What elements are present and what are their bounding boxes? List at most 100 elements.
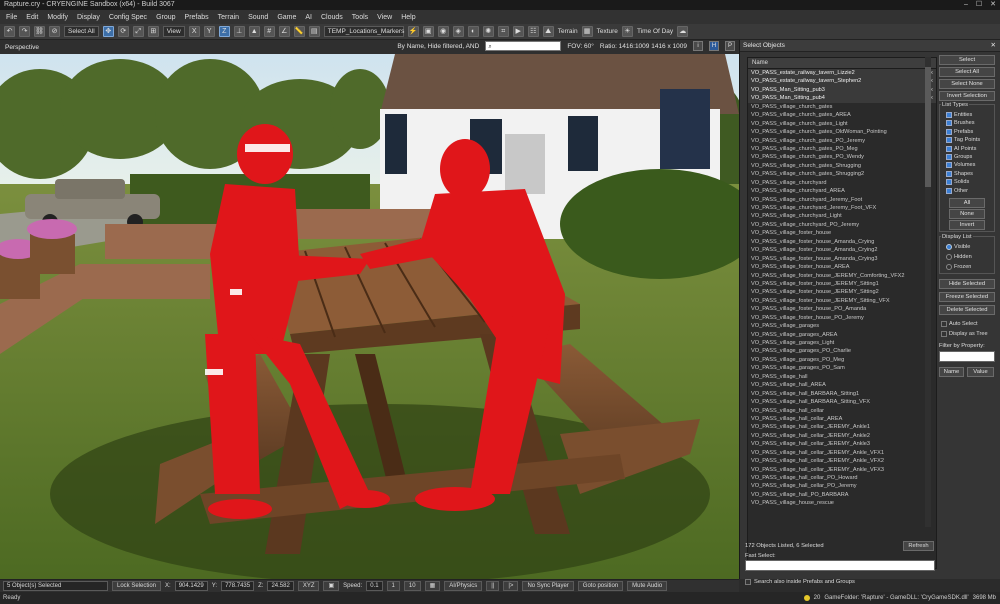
object-list-row[interactable]: VO_PASS_village_hall (748, 373, 936, 381)
maximize-button[interactable]: ☐ (976, 0, 982, 10)
close-window-button[interactable]: ✕ (990, 0, 996, 10)
fast-select-input[interactable] (745, 560, 935, 571)
ai-physics-button[interactable]: AI/Physics (444, 581, 483, 591)
menu-display[interactable]: Display (77, 14, 100, 21)
undo-icon[interactable]: ↶ (4, 26, 15, 37)
display-frozen-radio[interactable]: Frozen (946, 264, 971, 270)
vehicle-icon[interactable]: ▣ (422, 26, 434, 37)
list-type-checkbox[interactable]: Tag Points (946, 137, 980, 144)
types-none-button[interactable]: None (949, 209, 985, 219)
scale-icon[interactable]: ⤢ (132, 26, 144, 37)
menu-view[interactable]: View (377, 14, 392, 21)
object-list-row[interactable]: VO_PASS_village_church_gates_Shrugging2 (748, 170, 936, 178)
menu-file[interactable]: File (6, 14, 17, 21)
list-type-checkbox[interactable]: Groups (946, 154, 972, 160)
object-list-row[interactable]: VO_PASS_village_foster_house_JEREMY_Comf… (748, 272, 936, 280)
flowgraph-icon[interactable]: ⌗ (497, 26, 509, 37)
invert-selection-button[interactable]: Invert Selection (939, 91, 995, 101)
refresh-button[interactable]: Refresh (903, 541, 934, 551)
list-type-checkbox[interactable]: Shapes (946, 170, 973, 177)
object-list-row[interactable]: VO_PASS_village_foster_house_Amanda_Cryi… (748, 238, 936, 246)
menu-game[interactable]: Game (277, 14, 296, 21)
object-list-row[interactable]: VO_PASS_village_hall_cellar_JEREMY_Ankle… (748, 432, 936, 440)
object-list-row[interactable]: VO_PASS_village_hall_PO_BARBARA (748, 491, 936, 499)
object-list-row[interactable]: VO_PASS_Man_Sitting_pub4 x (748, 94, 936, 103)
object-list-row[interactable]: VO_PASS_village_garages_PO_Meg (748, 356, 936, 364)
speed-input[interactable]: 0.1 (366, 581, 383, 591)
terrain-button[interactable]: Terrain (558, 28, 578, 35)
object-list-row[interactable]: VO_PASS_village_church_gates_PO_Meg (748, 145, 936, 153)
object-list-row[interactable]: VO_PASS_village_garages_Light (748, 339, 936, 347)
object-list-row[interactable]: VO_PASS_village_foster_house_JEREMY_Sitt… (748, 288, 936, 296)
menu-prefabs[interactable]: Prefabs (185, 14, 209, 21)
object-list-row[interactable]: VO_PASS_village_garages_PO_Sam (748, 364, 936, 372)
list-type-checkbox[interactable]: Solids (946, 179, 969, 186)
select-button[interactable]: Select (939, 55, 995, 65)
list-type-checkbox[interactable]: Prefabs (946, 128, 973, 135)
no-sync-player-button[interactable]: No Sync Player (522, 581, 574, 591)
camera-icon[interactable]: ◉ (437, 26, 449, 37)
object-list-row[interactable]: VO_PASS_village_churchyard_Jeremy_Foot_V… (748, 204, 936, 212)
unlink-icon[interactable]: ⊘ (49, 26, 60, 37)
xyz-lock-button[interactable]: XYZ (297, 581, 320, 591)
texture-icon[interactable]: ▦ (581, 26, 593, 37)
snap-icon[interactable]: ⊞ (147, 26, 159, 37)
y-coordinate-input[interactable]: 778.7435 (221, 581, 255, 591)
time-of-day-button[interactable]: Time Of Day (637, 28, 673, 35)
column-header-name[interactable]: Name (748, 58, 936, 69)
delete-selected-button[interactable]: Delete Selected (939, 305, 995, 315)
profile-toggle-button[interactable]: P (725, 41, 735, 51)
axis-y-icon[interactable]: Y (203, 26, 215, 37)
search-inside-prefabs-checkbox[interactable]: Search also inside Prefabs and Groups (745, 579, 855, 585)
viewport-title[interactable]: Perspective (5, 44, 39, 51)
track-view-icon[interactable]: ▶ (512, 26, 524, 37)
object-list-row[interactable]: VO_PASS_Man_Sitting_pub3 x (748, 85, 936, 95)
menu-edit[interactable]: Edit (26, 14, 38, 21)
menu-clouds[interactable]: Clouds (321, 14, 343, 21)
object-list-row[interactable]: VO_PASS_village_foster_house_Amanda_Cryi… (748, 246, 936, 254)
perspective-viewport[interactable] (0, 54, 739, 579)
axis-z-icon[interactable]: Z (218, 26, 230, 37)
selection-mask-select[interactable]: Select All (64, 26, 99, 37)
texture-button[interactable]: Texture (597, 28, 618, 35)
menu-sound[interactable]: Sound (248, 14, 268, 21)
filter-value-button[interactable]: Value (967, 367, 994, 377)
object-list-row[interactable]: VO_PASS_village_foster_house_JEREMY_Sitt… (748, 297, 936, 305)
list-type-checkbox[interactable]: Entities (946, 112, 972, 118)
list-type-checkbox[interactable]: Brushes (946, 120, 975, 127)
particles-icon[interactable]: ✺ (482, 26, 494, 37)
object-list-row[interactable]: VO_PASS_village_churchyard_PO_Jeremy (748, 221, 936, 229)
viewport-search-input[interactable]: ⌕ (485, 41, 562, 51)
hide-selected-button[interactable]: Hide Selected (939, 279, 995, 289)
object-list-row[interactable]: VO_PASS_village_church_gates (748, 103, 936, 111)
object-list-row[interactable]: VO_PASS_village_hall_BARBARA_Sitting1 (748, 390, 936, 398)
object-list-row[interactable]: VO_PASS_village_church_gates_OldWoman_Po… (748, 128, 936, 136)
object-list-row[interactable]: VO_PASS_village_churchyard (748, 179, 936, 187)
terrain-icon[interactable]: ⛰ (542, 26, 554, 37)
object-list-row[interactable]: VO_PASS_village_churchyard_Light (748, 212, 936, 220)
axis-lock-icon[interactable]: ▣ (323, 581, 340, 591)
object-list-row[interactable]: VO_PASS_village_hall_cellar_JEREMY_Ankle… (748, 423, 936, 431)
menu-ai[interactable]: AI (305, 14, 312, 21)
select-all-button[interactable]: Select All (939, 67, 995, 77)
grid-icon[interactable]: # (263, 26, 275, 37)
object-list-row[interactable]: VO_PASS_village_foster_house_PO_Jeremy (748, 314, 936, 322)
speed-10-button[interactable]: 10 (403, 581, 421, 591)
menu-config-spec[interactable]: Config Spec (109, 14, 147, 21)
list-type-checkbox[interactable]: AI Points (946, 145, 976, 152)
object-list-row[interactable]: VO_PASS_village_hall_AREA (748, 381, 936, 389)
object-list-row[interactable]: VO_PASS_village_church_gates_PO_Jeremy (748, 137, 936, 145)
display-hidden-radio[interactable]: Hidden (946, 254, 972, 260)
object-list-row[interactable]: VO_PASS_estate_railway_tavern_Lizzie2 x (748, 69, 936, 78)
terrain-snap-icon[interactable]: ▲ (248, 26, 260, 37)
ruler-icon[interactable]: 📏 (293, 26, 305, 37)
object-list-row[interactable]: VO_PASS_village_foster_house_Amanda_Cryi… (748, 255, 936, 263)
ai-physics-icon[interactable]: ▦ (424, 581, 441, 591)
sun-icon[interactable]: ☀ (621, 26, 633, 37)
pause-button[interactable]: || (486, 581, 500, 591)
step-button[interactable]: |> (503, 581, 519, 591)
object-list-row[interactable]: VO_PASS_village_church_gates_Light (748, 120, 936, 128)
object-list-row[interactable]: VO_PASS_village_hall_cellar (748, 407, 936, 415)
move-icon[interactable]: ✥ (102, 26, 114, 37)
angle-snap-icon[interactable]: ∠ (278, 26, 290, 37)
